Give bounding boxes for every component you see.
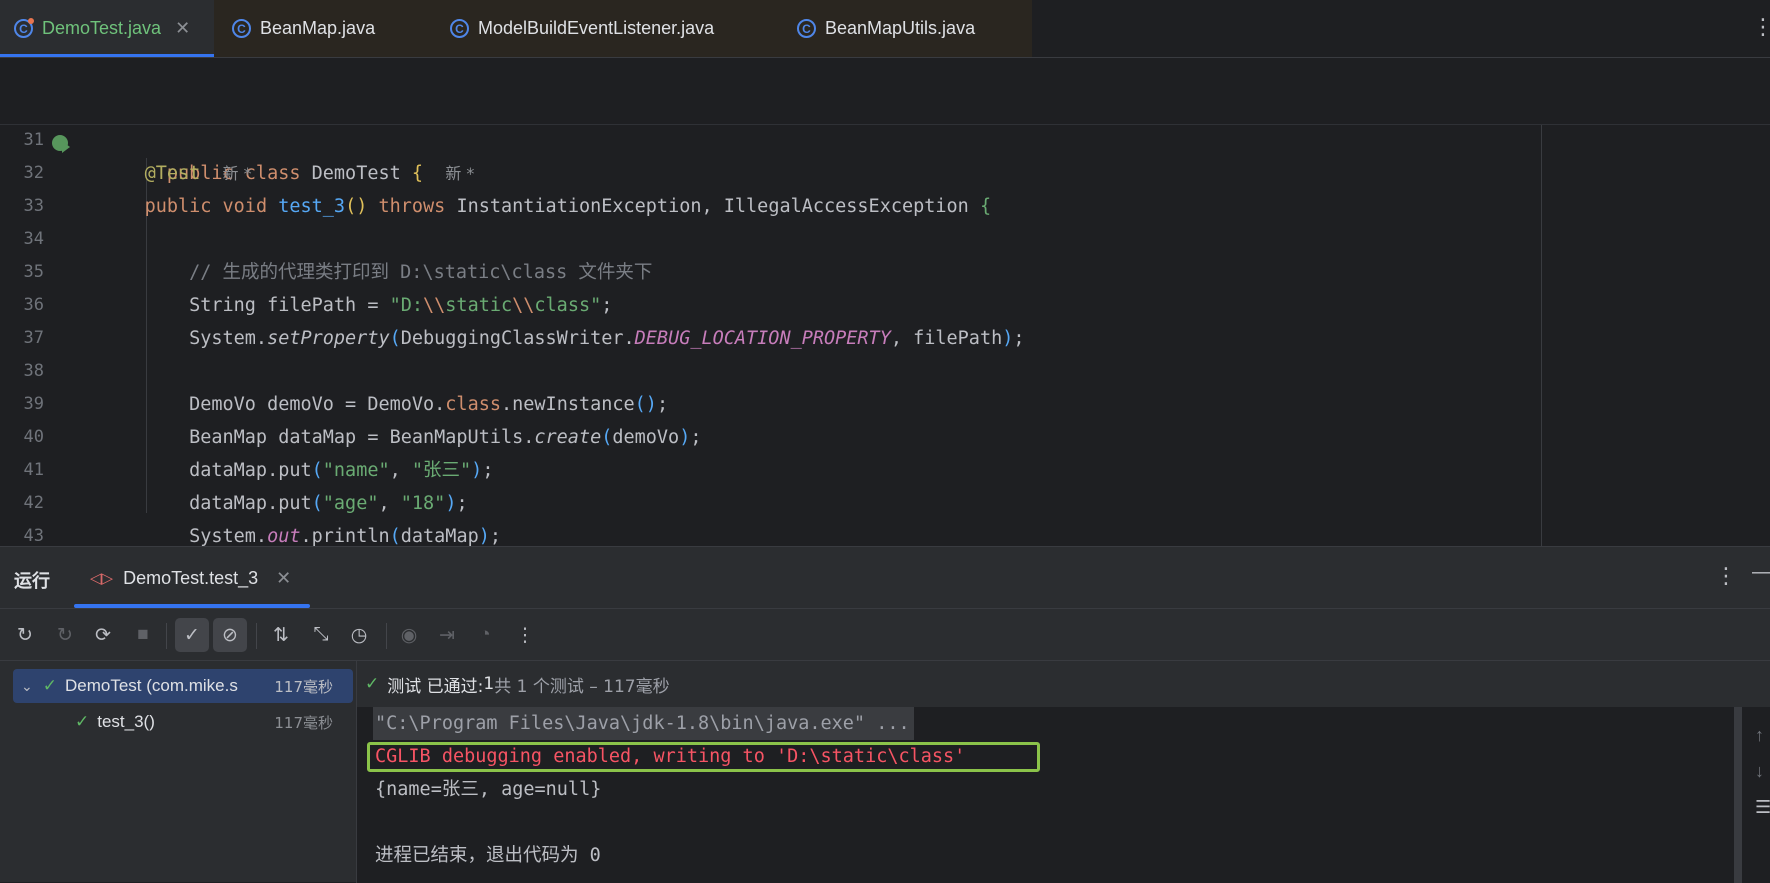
test-status-line: ✓ 测试 已通过: 1 共 1 个测试 – 117毫秒 — [357, 661, 1770, 707]
tree-item-label: DemoTest (com.mike.s — [64, 676, 238, 695]
toggle-auto-test-icon[interactable]: ⟳ — [90, 622, 116, 648]
sort-icon[interactable]: ⇅ — [268, 622, 294, 648]
chevron-down-icon[interactable]: ⌄ — [21, 678, 33, 695]
code-line: 33 — [0, 157, 1770, 216]
console-output[interactable]: "C:\Program Files\Java\jdk-1.8\bin\java.… — [357, 707, 1770, 883]
run-tab-label: DemoTest.test_3 — [123, 567, 259, 588]
java-class-icon: C — [14, 18, 34, 38]
status-detail: 共 1 个测试 – 117毫秒 — [494, 676, 670, 697]
run-header: 运行 ◁▷ DemoTest.test_3 ✕ ⋮ — — [0, 547, 1770, 609]
code-line: 36 System.setProperty(DebuggingClassWrit… — [0, 256, 1770, 349]
java-class-icon: C — [232, 19, 251, 38]
scrollbar[interactable] — [1734, 707, 1742, 883]
coverage-icon[interactable]: ◔ — [472, 622, 498, 648]
code-line: 39 BeanMap dataMap = BeanMapUtils.create… — [0, 355, 1770, 448]
code-line: 35 String filePath = "D:\\static\\class"… — [0, 223, 1770, 316]
code-line: 38 DemoVo demoVo = DemoVo.class.newInsta… — [0, 322, 1770, 415]
code-line: 41 dataMap.put("age", "18"); — [0, 421, 1770, 514]
tab-modelbuildeventlistener[interactable]: C ModelBuildEventListener.java — [450, 0, 780, 57]
stop-icon[interactable]: ■ — [130, 622, 156, 648]
tab-label: BeanMapUtils.java — [825, 18, 976, 38]
code-line: 14 public class DemoTest { 新 * — [0, 58, 1770, 184]
status-prefix: 测试 已通过: — [387, 676, 484, 697]
tree-item-test3[interactable]: ✓ test_3() 117毫秒 — [13, 705, 353, 739]
console-line-exit: 进程已结束，退出代码为 0 — [375, 845, 601, 866]
code-line: 31 @Test 新 * — [0, 91, 1770, 184]
run-test-gutter-icon[interactable] — [52, 135, 70, 153]
toolbar-separator — [166, 623, 167, 649]
tree-item-label: test_3() — [97, 712, 155, 731]
soft-wrap-icon[interactable]: ☰ — [1755, 797, 1770, 818]
toolbar-separator — [256, 623, 257, 649]
rerun-icon[interactable]: ↻ — [12, 622, 38, 648]
rerun-failed-icon[interactable]: ↻ — [52, 622, 78, 648]
more-icon[interactable]: ⋮ — [1752, 14, 1770, 40]
code-line: 43 } — [0, 487, 1770, 546]
code-line: 44 — [0, 520, 1770, 546]
tree-item-demotest[interactable]: ⌄ ✓ DemoTest (com.mike.s 117毫秒 — [13, 669, 353, 703]
code-line: 42 System.out.println(dataMap); — [0, 454, 1770, 546]
import-icon[interactable]: ⇥ — [434, 622, 460, 648]
scroll-down-icon[interactable]: ↓ — [1755, 761, 1764, 782]
minimize-icon[interactable]: — — [1752, 561, 1770, 584]
duration: 117毫秒 — [274, 713, 333, 732]
run-config-tab[interactable]: ◁▷ DemoTest.test_3 ✕ — [90, 547, 310, 609]
run-toolbar: ↻ ↻ ⟳ ■ ✓ ⊘ ⇅ ⤡ ◷ ◉ ⇥ ◔ ⋮ — [0, 609, 1770, 661]
java-class-icon: C — [450, 19, 469, 38]
check-icon: ✓ — [42, 676, 57, 695]
console-line-command[interactable]: "C:\Program Files\Java\jdk-1.8\bin\java.… — [373, 707, 914, 740]
passed-count: 1 — [483, 674, 495, 694]
run-tool-window: 运行 ◁▷ DemoTest.test_3 ✕ ⋮ — ↻ ↻ ⟳ ■ ✓ ⊘ … — [0, 546, 1770, 883]
scroll-up-icon[interactable]: ↑ — [1755, 725, 1764, 746]
run-title: 运行 — [14, 571, 50, 592]
collapse-icon[interactable]: ⤡ — [308, 622, 334, 648]
test-run-icon: ◁▷ — [90, 570, 114, 587]
show-passed-icon[interactable]: ✓ — [175, 618, 209, 652]
camera-icon[interactable]: ◉ — [396, 622, 422, 648]
code-line: 37 — [0, 289, 1770, 348]
check-icon: ✓ — [75, 712, 90, 731]
active-tab-indicator — [74, 604, 310, 608]
code-line: 40 dataMap.put("name", "张三"); — [0, 388, 1770, 481]
duration: 117毫秒 — [274, 677, 333, 696]
test-tree: ⌄ ✓ DemoTest (com.mike.s 117毫秒 ✓ test_3(… — [0, 661, 356, 883]
toolbar-separator — [386, 623, 387, 649]
show-ignored-icon[interactable]: ⊘ — [213, 618, 247, 652]
tab-label: ModelBuildEventListener.java — [478, 18, 715, 38]
tab-demotest[interactable]: C DemoTest.java ✕ — [0, 0, 214, 57]
tab-label: BeanMap.java — [260, 18, 376, 38]
close-icon[interactable]: ✕ — [175, 18, 190, 39]
highlight-box — [367, 742, 1040, 772]
tab-beanmaputils[interactable]: C BeanMapUtils.java — [797, 0, 1017, 57]
check-icon: ✓ — [365, 674, 380, 694]
code-line: 34 // 生成的代理类打印到 D:\static\class 文件夹下 — [0, 190, 1770, 283]
java-class-icon: C — [797, 19, 816, 38]
tab-beanmap[interactable]: C BeanMap.java — [232, 0, 432, 57]
more-icon[interactable]: ⋮ — [512, 622, 538, 648]
console-line-output: {name=张三, age=null} — [375, 779, 602, 800]
code-editor[interactable]: 14 public class DemoTest { 新 * 31 @Test … — [0, 58, 1770, 546]
editor-tab-bar: C DemoTest.java ✕ C BeanMap.java C Model… — [0, 0, 1770, 58]
code-line: 32 public void test_3() throws Instantia… — [0, 124, 1770, 217]
close-icon[interactable]: ✕ — [276, 568, 291, 589]
more-icon[interactable]: ⋮ — [1715, 563, 1737, 589]
tab-label: DemoTest.java — [42, 18, 162, 38]
history-icon[interactable]: ◷ — [346, 622, 372, 648]
